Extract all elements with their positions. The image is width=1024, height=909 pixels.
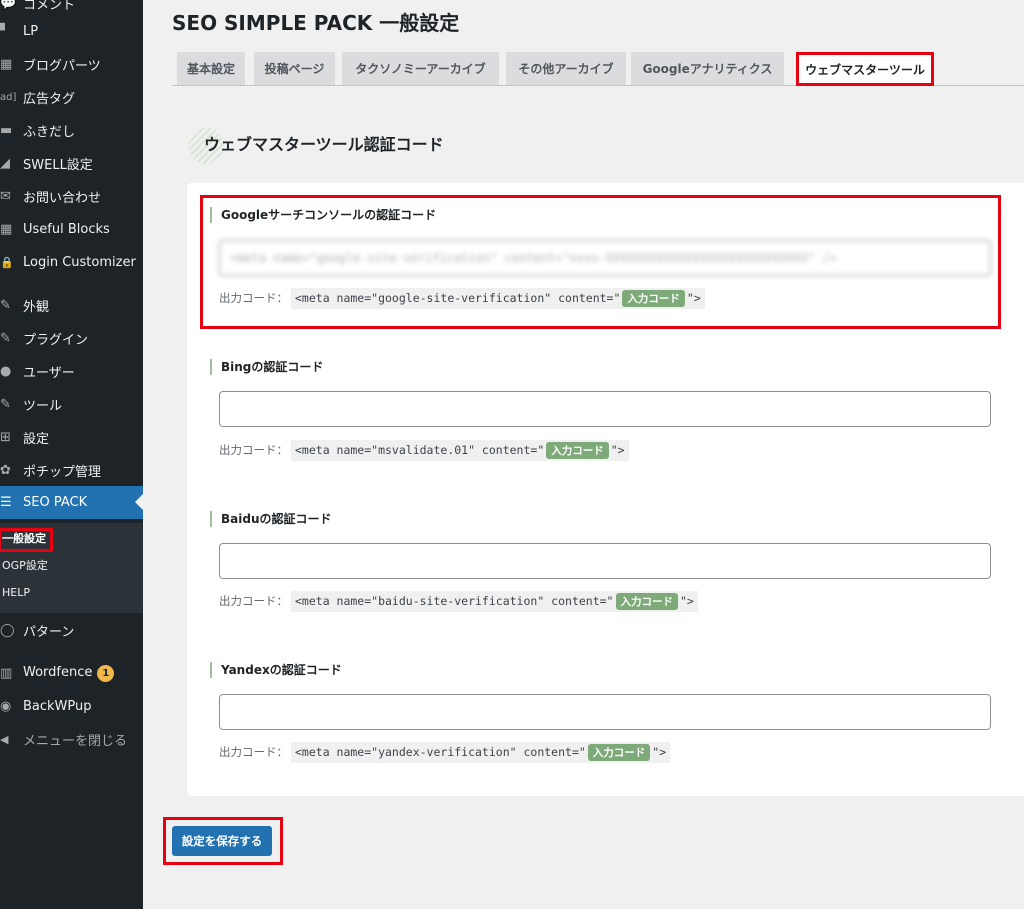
admin-sidebar: 💬 コメント ▘ LP ▦ ブログパーツ ad] 広告タグ ▬ ふきだし ◢ SWELL設定… xyxy=(0,0,143,909)
code-text: <meta name="baidu-site-verification" con… xyxy=(295,594,614,608)
sidebar-item-label: BackWPup xyxy=(23,698,92,714)
input-code-tag: 入力コード xyxy=(615,592,678,610)
baidu-verification-input[interactable] xyxy=(219,543,991,579)
output-code-label: 出力コード： xyxy=(219,745,288,759)
output-code-snippet: <meta name="msvalidate.01" content=" 入力コー… xyxy=(291,439,629,461)
sidebar-item-blog-parts[interactable]: ▦ ブログパーツ xyxy=(0,49,143,79)
lock-icon: 🔒 xyxy=(0,255,14,269)
yandex-output-code: 出力コード： <meta name="yandex-verification" … xyxy=(219,741,671,763)
sidebar-item-label: SWELL設定 xyxy=(23,157,93,173)
tab-taxonomy-archive[interactable]: タクソノミーアーカイブ xyxy=(342,52,499,85)
sidebar-item-appearance[interactable]: ✎ 外観 xyxy=(0,290,143,320)
update-count-badge: 1 xyxy=(97,664,115,682)
sidebar-collapse-button[interactable]: ◀ メニューを閉じる xyxy=(0,724,143,754)
sidebar-item-swell-settings[interactable]: ◢ SWELL設定 xyxy=(0,148,143,178)
baidu-output-code: 出力コード： <meta name="baidu-site-verificati… xyxy=(219,590,698,612)
sidebar-item-fukidashi[interactable]: ▬ ふきだし xyxy=(0,115,143,145)
submenu-item-help[interactable]: HELP xyxy=(2,585,30,601)
paw-icon: ✿ xyxy=(0,462,11,478)
output-code-label: 出力コード： xyxy=(219,594,288,608)
page-title: SEO SIMPLE PACK 一般設定 xyxy=(172,11,460,35)
settings-icon: ⊞ xyxy=(0,429,11,445)
speech-bubble-icon: ▬ xyxy=(0,122,13,138)
highlight-box-tab xyxy=(796,52,934,86)
output-code-label: 出力コード： xyxy=(219,443,288,457)
yandex-verification-input[interactable] xyxy=(219,694,991,730)
sidebar-item-tools[interactable]: ✎ ツール xyxy=(0,389,143,419)
sidebar-item-patterns[interactable]: ◯ パターン xyxy=(0,615,143,645)
brush-icon: ✎ xyxy=(0,297,11,313)
output-code-snippet: <meta name="baidu-site-verification" con… xyxy=(291,590,698,612)
sidebar-item-label: ブログパーツ xyxy=(23,58,101,74)
bing-verification-input[interactable] xyxy=(219,391,991,427)
sidebar-item-label: Useful Blocks xyxy=(23,221,110,237)
sidebar-item-label: SEO PACK xyxy=(23,495,88,510)
highlight-box-save xyxy=(163,817,283,865)
sidebar-item-label: Login Customizer xyxy=(23,254,136,270)
mail-icon: ✉ xyxy=(0,188,11,204)
sidebar-item-useful-blocks[interactable]: ▦ Useful Blocks xyxy=(0,214,143,244)
code-text-end: "> xyxy=(610,443,625,457)
sidebar-item-settings[interactable]: ⊞ 設定 xyxy=(0,422,143,452)
blocks-icon: ▦ xyxy=(0,221,13,237)
sidebar-item-label: プラグイン xyxy=(23,332,89,348)
output-code-snippet: <meta name="yandex-verification" content… xyxy=(291,741,671,763)
input-code-tag: 入力コード xyxy=(587,743,651,761)
code-text-end: "> xyxy=(652,745,667,759)
sidebar-item-ad-tag[interactable]: ad] 広告タグ xyxy=(0,82,143,112)
sidebar-item-lp[interactable]: ▘ LP xyxy=(0,16,143,46)
tab-post-page[interactable]: 投稿ページ xyxy=(254,52,335,85)
circle-icon: ◯ xyxy=(0,622,15,638)
sidebar-item-contact[interactable]: ✉ お問い合わせ xyxy=(0,181,143,211)
sidebar-item-label: ユーザー xyxy=(23,365,75,381)
user-icon: ● xyxy=(0,363,12,379)
code-text-end: "> xyxy=(680,594,694,608)
bing-output-code: 出力コード： <meta name="msvalidate.01" conten… xyxy=(219,439,629,461)
input-code-tag: 入力コード xyxy=(546,441,609,459)
sidebar-item-label: メニューを閉じる xyxy=(23,733,128,749)
swell-icon: ◢ xyxy=(0,155,10,171)
sidebar-item-label: お問い合わせ xyxy=(23,190,102,206)
comment-icon: 💬 xyxy=(0,0,17,11)
wrench-icon: ✎ xyxy=(0,396,11,412)
page-icon: ▘ xyxy=(0,23,10,39)
sidebar-item-login-customizer[interactable]: 🔒 Login Customizer xyxy=(0,247,143,277)
sidebar-item-label: 外観 xyxy=(23,299,50,315)
grid-icon: ▦ xyxy=(0,56,13,72)
yandex-field-label: Yandexの認証コード xyxy=(210,662,342,678)
tab-google-analytics[interactable]: Googleアナリティクス xyxy=(631,52,784,85)
submenu-item-ogp[interactable]: OGP設定 xyxy=(2,558,48,574)
sidebar-item-wordfence[interactable]: ▥ Wordfence 1 xyxy=(0,658,143,688)
highlight-box-google xyxy=(200,195,1001,329)
collapse-icon: ◀ xyxy=(0,732,9,746)
list-icon: ☰ xyxy=(0,495,12,510)
section-title: ウェブマスターツール認証コード xyxy=(204,135,444,154)
wordfence-icon: ▥ xyxy=(0,665,13,681)
sidebar-item-plugins[interactable]: ✎ プラグイン xyxy=(0,323,143,353)
code-text: <meta name="msvalidate.01" content=" xyxy=(295,443,545,457)
tab-other-archive[interactable]: その他アーカイブ xyxy=(506,52,626,85)
sidebar-item-backwpup[interactable]: ◉ BackWPup xyxy=(0,691,143,721)
sidebar-item-label: Wordfence xyxy=(23,664,93,680)
sidebar-item-label: ふきだし xyxy=(23,124,76,140)
sidebar-item-label: ツール xyxy=(23,398,63,414)
sidebar-item-label: コメント xyxy=(23,0,76,13)
sidebar-item-label: パターン xyxy=(23,624,75,640)
code-text: <meta name="yandex-verification" content… xyxy=(295,745,586,759)
sidebar-item-label: 設定 xyxy=(23,431,50,447)
backwpup-icon: ◉ xyxy=(0,698,12,714)
sidebar-item-label: LP xyxy=(23,23,39,39)
plugin-icon: ✎ xyxy=(0,330,11,346)
tab-basic[interactable]: 基本設定 xyxy=(177,52,245,85)
sidebar-item-label: ポチップ管理 xyxy=(23,464,102,480)
ad-icon: ad] xyxy=(0,91,17,103)
bing-field-label: Bingの認証コード xyxy=(210,359,323,375)
sidebar-item-label: 広告タグ xyxy=(23,91,76,107)
baidu-field-label: Baiduの認証コード xyxy=(210,511,332,527)
sidebar-item-pochipp[interactable]: ✿ ポチップ管理 xyxy=(0,455,143,485)
highlight-box-submenu xyxy=(0,528,53,552)
sidebar-item-seo-pack[interactable]: ☰ SEO PACK xyxy=(0,486,143,519)
sidebar-item-users[interactable]: ● ユーザー xyxy=(0,356,143,386)
